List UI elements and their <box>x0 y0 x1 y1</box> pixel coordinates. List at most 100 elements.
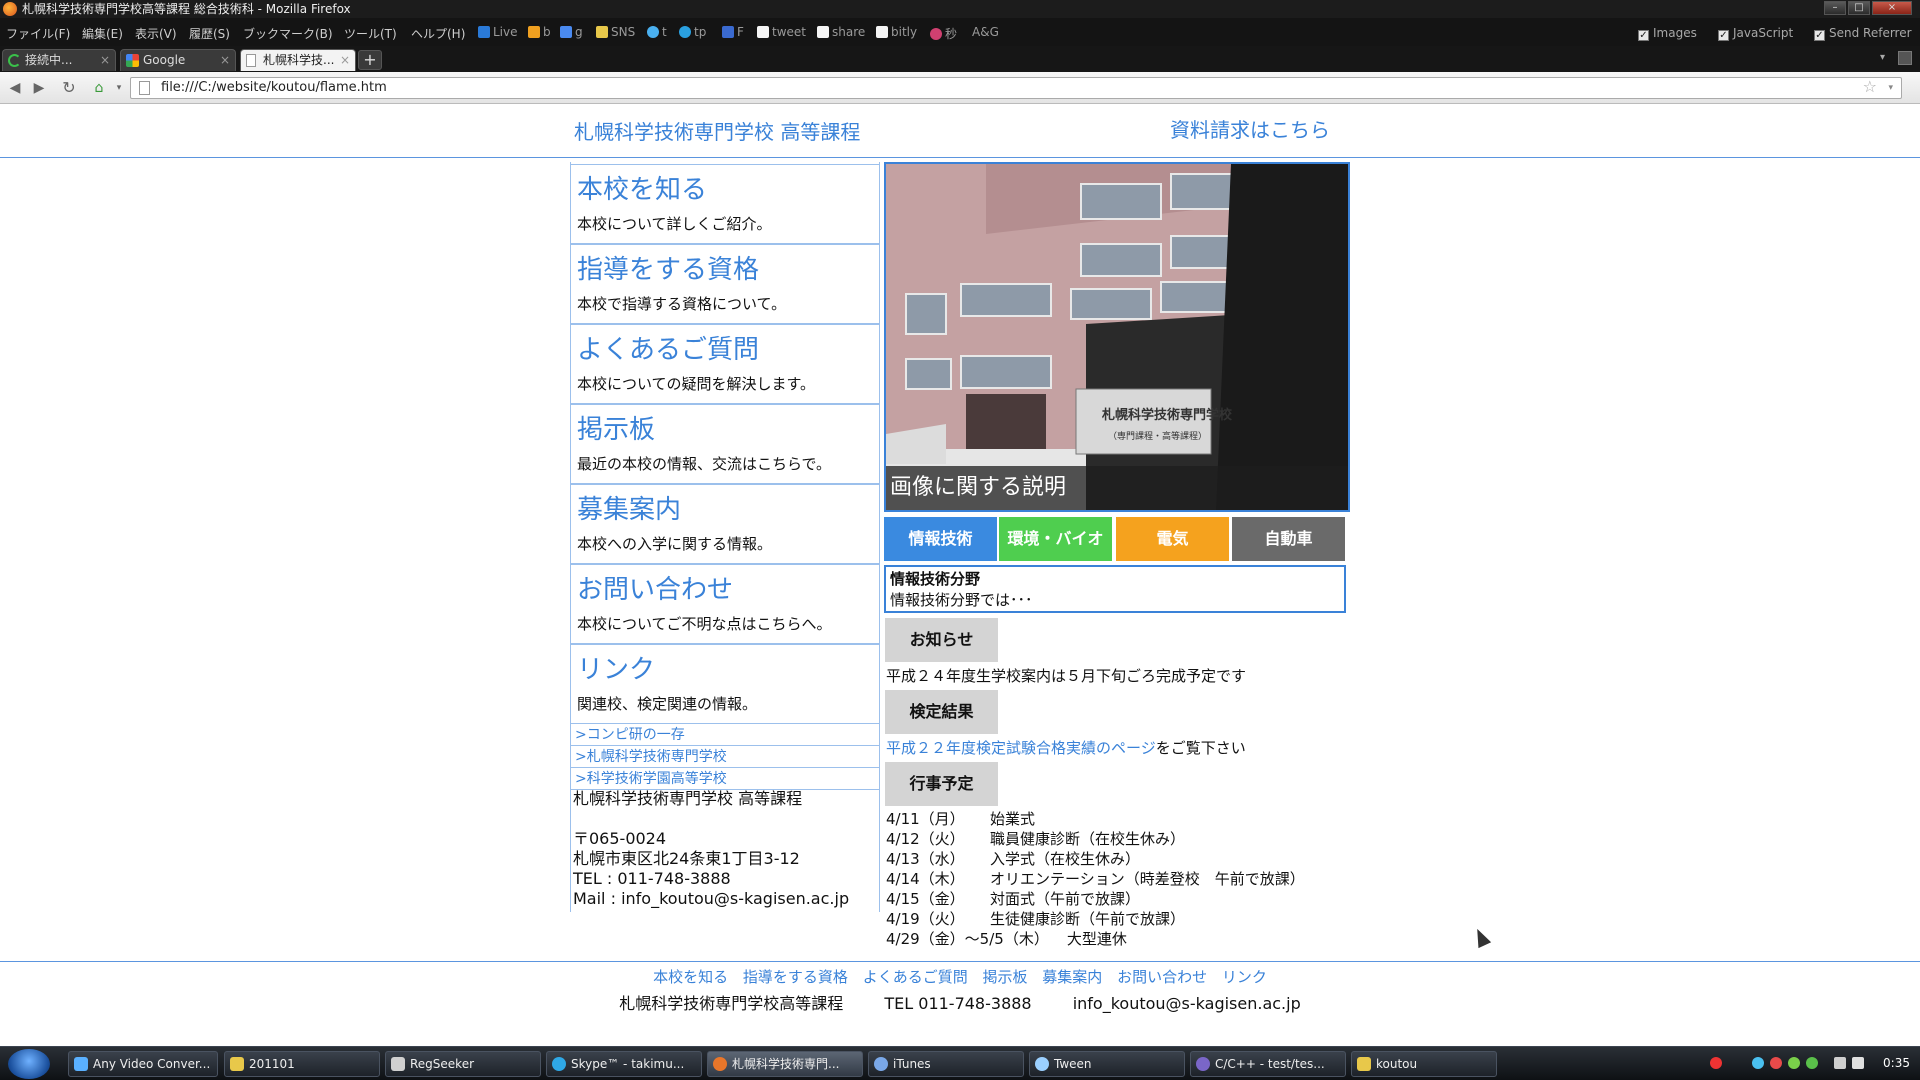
tab-loading[interactable]: 接続中... × <box>2 49 116 71</box>
dept-tab-automotive[interactable]: 自動車 <box>1232 517 1345 561</box>
bookmark-live[interactable]: Live <box>478 25 518 39</box>
minimize-button[interactable]: – <box>1824 1 1846 15</box>
sublink-sapporo-school[interactable]: >札幌科学技術専門学校 <box>571 746 880 768</box>
menu-faq[interactable]: よくあるご質問 本校についての疑問を解決します。 <box>571 324 880 404</box>
window-titlebar: 札幌科学技術専門学校高等課程 総合技術科 - Mozilla Firefox –… <box>0 0 1920 18</box>
loading-spinner-icon <box>8 54 21 67</box>
menu-qualifications[interactable]: 指導をする資格 本校で指導する資格について。 <box>571 244 880 324</box>
dept-tab-electric[interactable]: 電気 <box>1116 517 1229 561</box>
taskbar-item-201101[interactable]: 201101 <box>224 1051 380 1077</box>
close-tab-icon[interactable]: × <box>220 50 230 70</box>
taskbar-item-regseeker[interactable]: RegSeeker <box>385 1051 541 1077</box>
taskbar-item-firefox[interactable]: 札幌科学技術専門... <box>707 1051 863 1077</box>
bookmark-byou[interactable]: 秒 <box>930 25 957 42</box>
bookmark-t[interactable]: t <box>647 25 667 39</box>
menu-item-title[interactable]: お問い合わせ <box>577 569 733 606</box>
tab-sapporo[interactable]: 札幌科学技... × <box>240 49 356 71</box>
menu-edit[interactable]: 編集(E) <box>82 25 123 42</box>
footer-link-about[interactable]: 本校を知る <box>653 968 728 986</box>
tray-alert-icon[interactable] <box>1710 1057 1722 1069</box>
footer-school-name: 札幌科学技術専門学校高等課程 <box>619 994 844 1013</box>
tab-groups-icon[interactable] <box>1898 51 1912 65</box>
menu-tools[interactable]: ツール(T) <box>344 25 397 42</box>
menu-help[interactable]: ヘルプ(H) <box>411 25 465 42</box>
tab-google[interactable]: Google × <box>120 49 236 71</box>
menu-item-title[interactable]: リンク <box>577 649 655 686</box>
taskbar-item-tween[interactable]: Tween <box>1029 1051 1185 1077</box>
footer-link-admissions[interactable]: 募集案内 <box>1042 968 1102 986</box>
footer-link-qualifications[interactable]: 指導をする資格 <box>743 968 848 986</box>
menu-item-title[interactable]: 本校を知る <box>577 169 707 206</box>
menu-item-title[interactable]: 掲示板 <box>577 409 655 446</box>
close-window-button[interactable]: × <box>1872 1 1912 15</box>
bookmark-g[interactable]: g <box>560 25 583 39</box>
taskbar-item-itunes[interactable]: iTunes <box>868 1051 1024 1077</box>
bookmark-tp[interactable]: tp <box>679 25 706 39</box>
menu-item-title[interactable]: 指導をする資格 <box>577 249 759 286</box>
start-button[interactable] <box>8 1049 50 1079</box>
taskbar-item-koutou[interactable]: koutou <box>1351 1051 1497 1077</box>
taskbar-item-video-converter[interactable]: Any Video Conver... <box>68 1051 218 1077</box>
bookmark-sns[interactable]: SNS <box>596 25 635 39</box>
toggle-javascript[interactable]: ✓ JavaScript <box>1718 26 1793 41</box>
new-tab-button[interactable]: + <box>358 50 382 70</box>
close-tab-icon[interactable]: × <box>340 50 350 70</box>
menu-item-title[interactable]: よくあるご質問 <box>577 329 759 366</box>
request-materials-link[interactable]: 資料請求はこちら <box>1170 114 1330 143</box>
bookmark-tweet[interactable]: tweet <box>757 25 806 39</box>
taskbar-item-eclipse[interactable]: C/C++ - test/tes... <box>1190 1051 1346 1077</box>
back-icon[interactable]: ◀ <box>6 79 24 97</box>
bookmark-share[interactable]: share <box>817 25 865 39</box>
exam-results-line: 平成２２年度検定試験合格実績のページをご覧下さい <box>886 739 1246 757</box>
dept-tab-environment-bio[interactable]: 環境・バイオ <box>999 517 1112 561</box>
event-row: 4/14（木） オリエンテーション（時差登校 午前で放課） <box>886 870 1305 888</box>
menu-bookmarks[interactable]: ブックマーク(B) <box>243 25 333 42</box>
clock[interactable]: 0:35 <box>1883 1056 1910 1070</box>
forward-icon[interactable]: ▶ <box>30 79 48 97</box>
history-dropdown-icon[interactable]: ▾ <box>110 79 128 97</box>
sublink-science-highschool[interactable]: >科学技術学園高等学校 <box>571 768 880 790</box>
footer-link-contact[interactable]: お問い合わせ <box>1117 968 1207 986</box>
taskbar-item-skype[interactable]: Skype™ - takimu... <box>546 1051 702 1077</box>
menu-admissions[interactable]: 募集案内 本校への入学に関する情報。 <box>571 484 880 564</box>
tray-app-icon[interactable] <box>1806 1057 1818 1069</box>
bookmark-b[interactable]: b <box>528 25 551 39</box>
school-photo: 札幌科学技術専門学校 （専門課程・高等課程） 画像に関する説明 <box>884 162 1350 512</box>
menu-view[interactable]: 表示(V) <box>135 25 177 42</box>
footer-links: 本校を知る 指導をする資格 よくあるご質問 掲示板 募集案内 お問い合わせ リン… <box>0 966 1920 987</box>
tray-network-icon[interactable] <box>1752 1057 1764 1069</box>
address-street: 札幌市東区北24条東1丁目3-12 <box>573 849 800 868</box>
toggle-send-referrer[interactable]: ✓ Send Referrer <box>1814 26 1912 41</box>
tray-update-icon[interactable] <box>1788 1057 1800 1069</box>
list-tabs-icon[interactable]: ▾ <box>1880 52 1885 63</box>
url-dropdown-icon[interactable]: ▾ <box>1888 78 1893 98</box>
bookmark-f[interactable]: F <box>722 25 744 39</box>
reload-icon[interactable]: ↻ <box>60 79 78 97</box>
bookmark-star-icon[interactable]: ☆ <box>1863 77 1877 97</box>
exam-results-link[interactable]: 平成２２年度検定試験合格実績のページ <box>886 739 1156 757</box>
sublink-computer-club[interactable]: >コンピ研の一存 <box>571 724 880 746</box>
bookmark-ag[interactable]: A&G <box>972 25 999 39</box>
footer-link-links[interactable]: リンク <box>1222 968 1267 986</box>
url-bar[interactable]: file:///C:/website/koutou/flame.htm ☆ ▾ <box>130 77 1902 99</box>
footer-link-faq[interactable]: よくあるご質問 <box>863 968 968 986</box>
bookmark-bitly[interactable]: bitly <box>876 25 917 39</box>
menu-bulletin-board[interactable]: 掲示板 最近の本校の情報、交流はこちらで。 <box>571 404 880 484</box>
toggle-images[interactable]: ✓ Images <box>1638 26 1697 41</box>
tray-display-icon[interactable] <box>1834 1057 1846 1069</box>
menu-links[interactable]: リンク 関連校、検定関連の情報。 <box>571 644 880 724</box>
footer-link-bulletin[interactable]: 掲示板 <box>982 968 1027 986</box>
menu-history[interactable]: 履歴(S) <box>189 25 230 42</box>
menu-contact[interactable]: お問い合わせ 本校についてご不明な点はこちらへ。 <box>571 564 880 644</box>
menu-about[interactable]: 本校を知る 本校について詳しくご紹介。 <box>571 164 880 244</box>
maximize-button[interactable]: □ <box>1848 1 1870 15</box>
tray-security-icon[interactable] <box>1770 1057 1782 1069</box>
dept-tab-it[interactable]: 情報技術 <box>884 517 997 561</box>
menu-item-title[interactable]: 募集案内 <box>577 489 681 526</box>
site-title[interactable]: 札幌科学技術専門学校 高等課程 <box>574 116 860 145</box>
close-tab-icon[interactable]: × <box>100 50 110 70</box>
menu-file[interactable]: ファイル(F) <box>6 25 70 42</box>
checkbox-checked-icon: ✓ <box>1814 30 1825 41</box>
tray-volume-icon[interactable] <box>1852 1057 1864 1069</box>
home-icon[interactable]: ⌂ <box>90 79 108 97</box>
